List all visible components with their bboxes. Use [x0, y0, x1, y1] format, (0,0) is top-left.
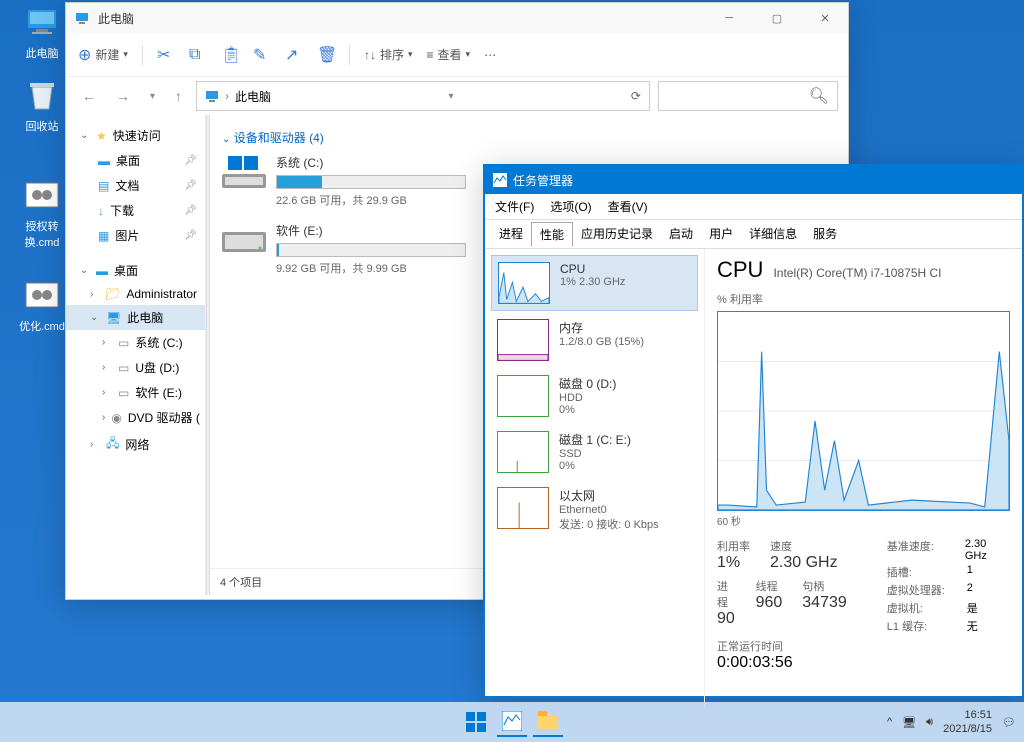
address-bar[interactable]: › 此电脑 ▾ ⟳ — [196, 81, 650, 111]
nav-fwd[interactable]: → — [110, 84, 136, 108]
maximize-button[interactable]: ▢ — [762, 12, 792, 25]
perf-card-disk1[interactable]: 磁盘 1 (C: E:)SSD0% — [491, 425, 698, 479]
view-button[interactable]: ≡ 查看 ▾ — [427, 46, 471, 63]
taskbar-taskmgr[interactable] — [497, 707, 527, 737]
perf-card-eth[interactable]: 以太网Ethernet0发送: 0 接收: 0 Kbps — [491, 481, 698, 538]
close-button[interactable]: ✕ — [810, 12, 840, 25]
tab-users[interactable]: 用户 — [701, 222, 741, 246]
search-input[interactable]: 🔍︎ — [658, 81, 838, 111]
rename-icon[interactable]: ✎ — [253, 45, 271, 65]
tray-clock[interactable]: 16:512021/8/15 — [943, 708, 992, 737]
nav-back[interactable]: ← — [76, 84, 102, 108]
sidebar-sysdrive[interactable]: ›▭系统 (C:) — [66, 330, 205, 355]
cpu-chart — [717, 311, 1010, 511]
explorer-toolbar: ⊕新建▾ ✂ ⧉ 📋︎ ✎ ↗ 🗑︎ ↑↓ 排序 ▾ ≡ 查看 ▾ ⋯ — [66, 33, 848, 77]
sidebar-docs[interactable]: ▤文档📌︎ — [66, 173, 205, 198]
taskbar: ^ 🖥︎ 🔊︎ 16:512021/8/15 💬︎ — [0, 702, 1024, 742]
new-button[interactable]: ⊕新建▾ — [78, 45, 128, 65]
tab-details[interactable]: 详细信息 — [741, 222, 805, 246]
taskmgr-sidebar: CPU1% 2.30 GHz 内存1.2/8.0 GB (15%) 磁盘 0 (… — [485, 249, 705, 709]
copy-icon[interactable]: ⧉ — [189, 46, 207, 64]
sidebar-admin[interactable]: ›📁︎Administrator — [66, 283, 205, 305]
menu-file[interactable]: 文件(F) — [495, 198, 534, 215]
thispc-icon — [74, 10, 90, 26]
minimize-button[interactable]: ─ — [714, 12, 744, 25]
taskmgr-window: 任务管理器 文件(F) 选项(O) 查看(V) 进程 性能 应用历史记录 启动 … — [483, 164, 1024, 698]
taskmgr-main: CPU Intel(R) Core(TM) i7-10875H CI % 利用率… — [705, 249, 1022, 709]
sidebar-desktop[interactable]: ▬桌面📌︎ — [66, 148, 205, 173]
cut-icon[interactable]: ✂ — [157, 45, 175, 65]
share-icon[interactable]: ↗ — [285, 45, 303, 65]
tab-performance[interactable]: 性能 — [531, 222, 573, 247]
sidebar-softdrive[interactable]: ›▭软件 (E:) — [66, 380, 205, 405]
menu-options[interactable]: 选项(O) — [550, 198, 591, 215]
explorer-sidebar: ⌄★快速访问 ▬桌面📌︎ ▤文档📌︎ ↓下载📌︎ ▦图片📌︎ ⌄▬桌面 ›📁︎A… — [66, 115, 206, 595]
menu-view[interactable]: 查看(V) — [608, 198, 648, 215]
taskmgr-menu: 文件(F) 选项(O) 查看(V) — [485, 194, 1022, 220]
tray-up-icon[interactable]: ^ — [887, 716, 892, 728]
explorer-titlebar[interactable]: 此电脑 ─ ▢ ✕ — [66, 3, 848, 33]
delete-icon[interactable]: 🗑︎ — [317, 45, 335, 65]
sidebar-downloads[interactable]: ↓下载📌︎ — [66, 198, 205, 223]
nav-up[interactable]: ↑ — [169, 84, 188, 108]
tray-notif-icon[interactable]: 💬︎ — [1002, 716, 1016, 729]
nav-history-icon[interactable]: ▾ — [144, 87, 161, 106]
taskbar-explorer[interactable] — [533, 707, 563, 737]
tab-startup[interactable]: 启动 — [661, 222, 701, 246]
sidebar-thispc[interactable]: ⌄🖥︎此电脑 — [66, 305, 205, 330]
sort-button[interactable]: ↑↓ 排序 ▾ — [364, 46, 413, 63]
sidebar-dvd[interactable]: ›◉DVD 驱动器 ( — [66, 405, 205, 430]
perf-card-mem[interactable]: 内存1.2/8.0 GB (15%) — [491, 313, 698, 367]
thispc-icon — [205, 89, 219, 103]
taskmgr-titlebar[interactable]: 任务管理器 — [485, 166, 1022, 194]
tray-network-icon[interactable]: 🖥︎ — [902, 716, 916, 729]
perf-card-cpu[interactable]: CPU1% 2.30 GHz — [491, 255, 698, 311]
sidebar-udrive[interactable]: ›▭U盘 (D:) — [66, 355, 205, 380]
sidebar-pictures[interactable]: ▦图片📌︎ — [66, 223, 205, 248]
taskmgr-icon — [493, 173, 507, 187]
tray-volume-icon[interactable]: 🔊︎ — [926, 716, 933, 729]
search-icon: 🔍︎ — [809, 86, 829, 106]
perf-card-disk0[interactable]: 磁盘 0 (D:)HDD0% — [491, 369, 698, 423]
tab-services[interactable]: 服务 — [805, 222, 845, 246]
start-button[interactable] — [461, 707, 491, 737]
tab-processes[interactable]: 进程 — [491, 222, 531, 246]
more-button[interactable]: ⋯ — [484, 48, 496, 62]
refresh-icon[interactable]: ⟳ — [631, 89, 641, 103]
taskmgr-tabs: 进程 性能 应用历史记录 启动 用户 详细信息 服务 — [485, 220, 1022, 249]
paste-icon[interactable]: 📋︎ — [221, 45, 239, 65]
sidebar-quick[interactable]: ⌄★快速访问 — [66, 123, 205, 148]
sidebar-desktop2[interactable]: ⌄▬桌面 — [66, 258, 205, 283]
system-tray: ^ 🖥︎ 🔊︎ 16:512021/8/15 💬︎ — [887, 708, 1016, 737]
tab-history[interactable]: 应用历史记录 — [573, 222, 661, 246]
sidebar-network[interactable]: ›🖧︎网络 — [66, 430, 205, 459]
